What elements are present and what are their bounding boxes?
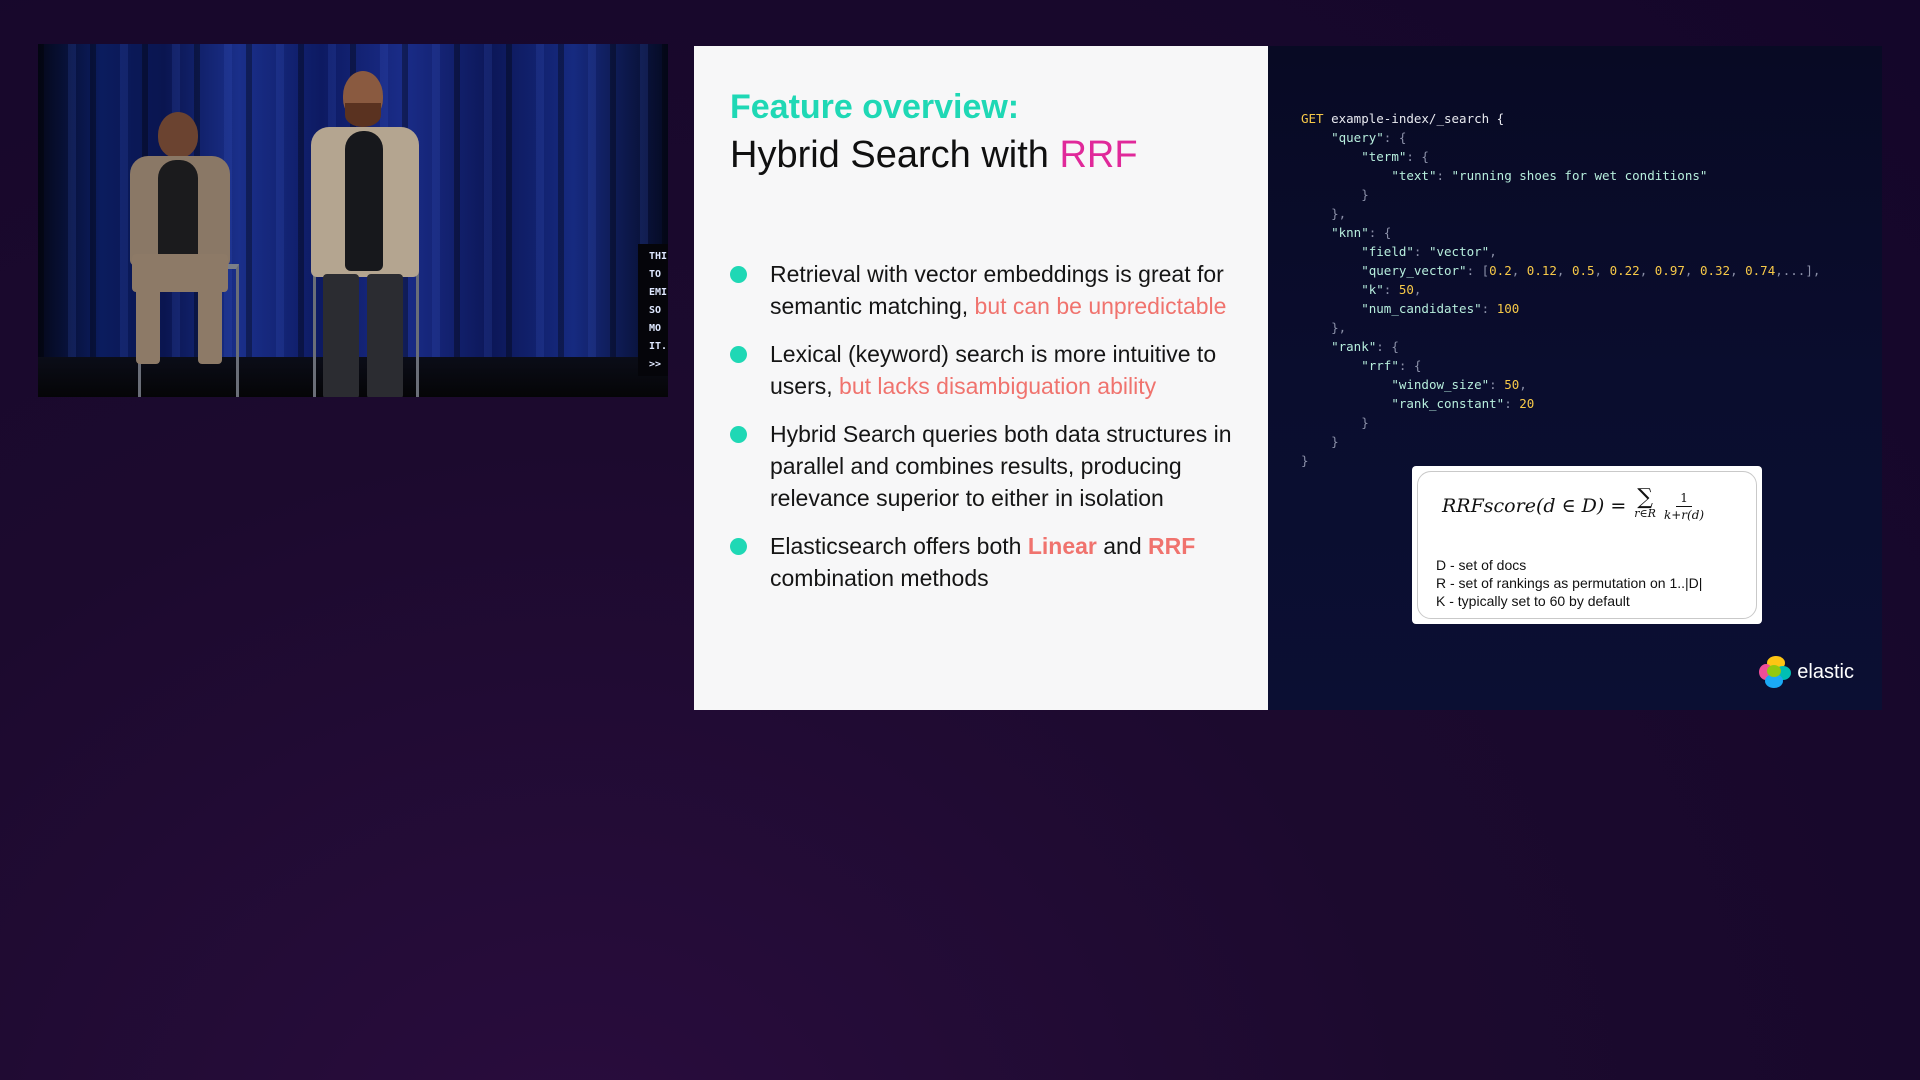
code-line: "num_candidates": 100 — [1361, 301, 1520, 316]
bullet-highlight-rrf: RRF — [1148, 533, 1196, 559]
code-line: "rank_constant": 20 — [1391, 396, 1535, 411]
code-line: }, — [1301, 320, 1347, 335]
code-line: "text": "running shoes for wet condition… — [1391, 168, 1708, 183]
slide-overline: Feature overview: — [730, 88, 1020, 126]
fraction-numerator: 1 — [1676, 491, 1692, 507]
code-line: "query": { — [1331, 130, 1407, 145]
standing-speaker — [293, 69, 433, 397]
code-line: }, — [1301, 206, 1347, 221]
code-line: "k": 50, — [1361, 282, 1422, 297]
caption-line: >> — [649, 359, 662, 370]
bullet-dot-icon — [730, 426, 747, 443]
code-line: "field": "vector", — [1361, 244, 1497, 259]
slide-code-panel: GET example-index/_search { "query": { "… — [1268, 46, 1882, 710]
bullet-text: and — [1096, 533, 1149, 559]
seated-speaker — [118, 104, 239, 397]
rrf-formula: RRFscore(d ∈ D) = ∑ r∈R 1 k+r(d) — [1442, 485, 1704, 522]
formula-sum: ∑ r∈R — [1634, 485, 1656, 522]
code-line: "rrf": { — [1361, 358, 1422, 373]
caption-line: THI — [649, 251, 668, 262]
live-caption-strip: THI TO EMI SO MO IT. >> — [638, 244, 668, 376]
code-line: "term": { — [1361, 149, 1429, 164]
sigma-subscript: r∈R — [1634, 507, 1656, 520]
sigma-icon: ∑ — [1637, 485, 1653, 510]
elastic-logo-icon — [1759, 656, 1792, 688]
code-line: } — [1301, 187, 1369, 202]
formula-lhs: RRFscore(d ∈ D) = — [1442, 495, 1627, 517]
formula-definitions: D - set of docs R - set of rankings as p… — [1436, 556, 1702, 610]
rrf-formula-card: RRFscore(d ∈ D) = ∑ r∈R 1 k+r(d) D - set… — [1412, 466, 1762, 624]
feature-bullet-list: Retrieval with vector embeddings is grea… — [730, 258, 1238, 594]
slide-text-panel: Feature overview: Hybrid Search with RRF… — [694, 46, 1268, 710]
fraction-denominator: k+r(d) — [1663, 507, 1705, 522]
bullet-dot-icon — [730, 538, 747, 555]
code-line: "query_vector": [0.2, 0.12, 0.5, 0.22, 0… — [1361, 263, 1821, 278]
bullet-text: Hybrid Search queries both data structur… — [770, 421, 1232, 511]
list-item: Lexical (keyword) search is more intuiti… — [730, 338, 1238, 402]
list-item: Hybrid Search queries both data structur… — [730, 418, 1238, 514]
code-line: "window_size": 50, — [1391, 377, 1527, 392]
caption-line: TO — [649, 269, 662, 280]
bullet-dot-icon — [730, 346, 747, 363]
code-line: "rank": { — [1331, 339, 1399, 354]
bullet-dot-icon — [730, 266, 747, 283]
elastic-logo-text: elastic — [1797, 660, 1854, 683]
elastic-logo: elastic — [1759, 656, 1854, 688]
slide-title-accent: RRF — [1059, 134, 1138, 176]
code-line: } — [1301, 434, 1339, 449]
speaker-video-feed: THI TO EMI SO MO IT. >> — [38, 44, 668, 397]
slide-title-text: Hybrid Search with — [730, 134, 1060, 176]
bullet-text: Elasticsearch offers both — [770, 533, 1028, 559]
caption-line: IT. — [649, 341, 668, 352]
definition-line: D - set of docs — [1436, 557, 1527, 573]
formula-fraction: 1 k+r(d) — [1664, 491, 1704, 522]
caption-line: SO — [649, 305, 662, 316]
list-item: Retrieval with vector embeddings is grea… — [730, 258, 1238, 322]
search-request-code: GET example-index/_search { "query": { "… — [1301, 109, 1820, 470]
bullet-highlight: but lacks disambiguation ability — [839, 373, 1157, 399]
slide-title: Hybrid Search with RRF — [730, 130, 1238, 180]
code-line: } — [1301, 415, 1369, 430]
code-line: "knn": { — [1331, 225, 1392, 240]
bullet-text: combination methods — [770, 565, 989, 591]
code-line: GET example-index/_search { — [1301, 111, 1505, 126]
caption-line: MO — [649, 323, 662, 334]
definition-line: K - typically set to 60 by default — [1436, 593, 1630, 609]
definition-line: R - set of rankings as permutation on 1.… — [1436, 575, 1703, 591]
presentation-slide: Feature overview: Hybrid Search with RRF… — [694, 46, 1882, 710]
caption-line: EMI — [649, 287, 668, 298]
list-item: Elasticsearch offers both Linear and RRF… — [730, 530, 1238, 594]
bullet-highlight: but can be unpredictable — [974, 293, 1227, 319]
bullet-highlight-linear: Linear — [1027, 533, 1097, 559]
